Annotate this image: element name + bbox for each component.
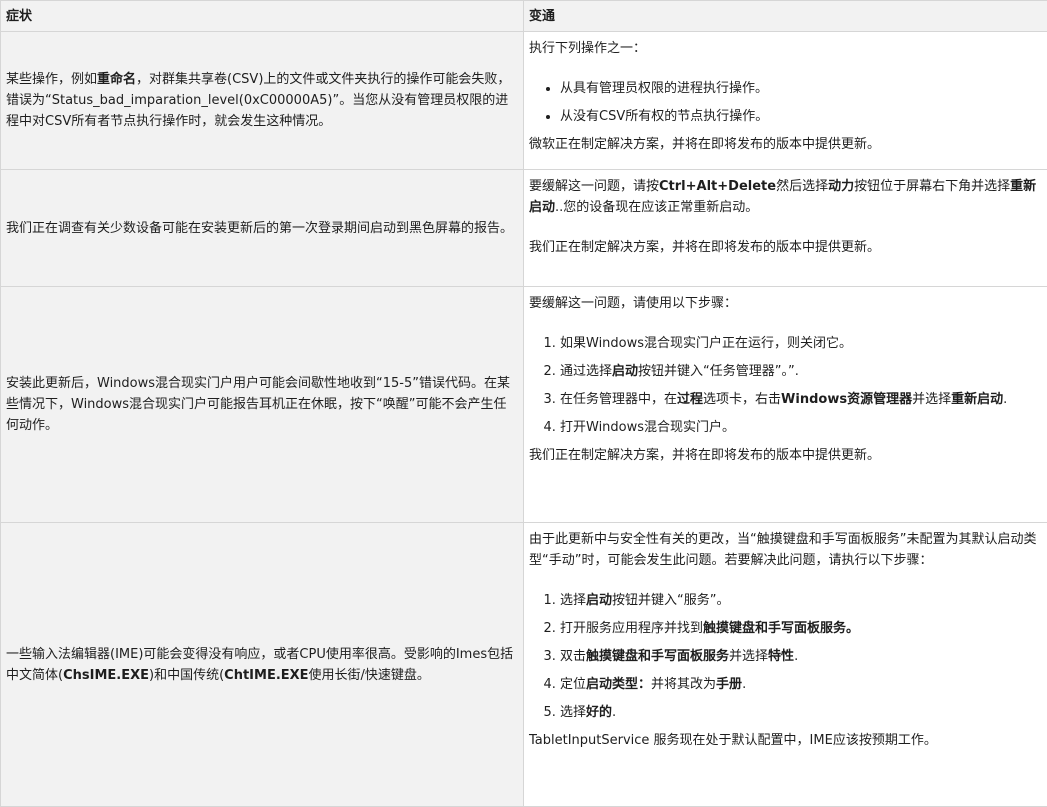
- text-bold: 特性: [768, 649, 795, 664]
- list-item: 从具有管理员权限的进程执行操作。: [560, 78, 1042, 99]
- workaround-cell: 执行下列操作之一： 从具有管理员权限的进程执行操作。 从没有CSV所有权的节点执…: [523, 31, 1047, 170]
- text: .: [1003, 392, 1008, 407]
- text: 并将其改为: [651, 677, 717, 692]
- symptom-bold: 重命名: [97, 72, 137, 87]
- text-bold: 动力: [828, 179, 855, 194]
- text: 选择: [560, 593, 587, 608]
- text: 按钮位于屏幕右下角并选择: [854, 179, 1011, 194]
- list-item: 通过选择启动按钮并键入“任务管理器”。”.: [560, 361, 1042, 382]
- text: 按钮并键入“任务管理器”。”.: [638, 364, 799, 379]
- text-bold: 过程: [677, 392, 704, 407]
- workaround-cell: 由于此更新中与安全性有关的更改，当“触摸键盘和手写面板服务”未配置为其默认启动类…: [523, 522, 1047, 807]
- list-item: 选择好的.: [560, 702, 1042, 723]
- text: 选项卡，右击: [703, 392, 782, 407]
- list-item: 选择启动按钮并键入“服务”。: [560, 590, 1042, 611]
- header-workaround: 变通: [523, 0, 1047, 32]
- text: ..您的设备现在应该正常重新启动。: [555, 200, 759, 215]
- text-bold: 启动类型：: [586, 677, 652, 692]
- text-bold: 好的: [586, 705, 613, 720]
- text-bold: 手册: [716, 677, 743, 692]
- text-bold: 启动: [612, 364, 639, 379]
- table-row: 安装此更新后，Windows混合现实门户用户可能会间歇性地收到“15-5”错误代…: [0, 286, 1047, 523]
- text-bold: Windows资源管理器: [781, 392, 913, 407]
- workaround-footer: 微软正在制定解决方案，并将在即将发布的版本中提供更新。: [529, 137, 881, 152]
- symptom-text: )和中国传统(: [149, 667, 225, 683]
- workaround-footer: TabletInputService 服务现在处于默认配置中，IME应该按预期工…: [529, 733, 937, 748]
- text: 如果Windows混合现实门户正在运行，则关闭它。: [560, 336, 853, 351]
- header-symptom: 症状: [0, 0, 524, 32]
- workaround-list: 从具有管理员权限的进程执行操作。 从没有CSV所有权的节点执行操作。: [529, 78, 1042, 127]
- symptom-text: 某些操作，例如: [6, 72, 98, 87]
- list-item: 双击触摸键盘和手写面板服务并选择特性.: [560, 646, 1042, 667]
- known-issues-table: 症状 变通 某些操作，例如重命名，对群集共享卷(CSV)上的文件或文件夹执行的操…: [0, 0, 1047, 807]
- text-bold: 触摸键盘和手写面板服务。: [703, 621, 860, 636]
- workaround-footer: 我们正在制定解决方案，并将在即将发布的版本中提供更新。: [529, 448, 881, 463]
- list-item: 定位启动类型：并将其改为手册.: [560, 674, 1042, 695]
- text: 要缓解这一问题，请按: [529, 179, 660, 194]
- workaround-cell: 要缓解这一问题，请使用以下步骤： 如果Windows混合现实门户正在运行，则关闭…: [523, 286, 1047, 523]
- workaround-steps: 选择启动按钮并键入“服务”。 打开服务应用程序并找到触摸键盘和手写面板服务。 双…: [529, 590, 1042, 723]
- symptom-cell: 一些输入法编辑器(IME)可能会变得没有响应，或者CPU使用率很高。受影响的Im…: [0, 522, 524, 807]
- text: 定位: [560, 677, 587, 692]
- workaround-footer: 我们正在制定解决方案，并将在即将发布的版本中提供更新。: [529, 240, 881, 255]
- text: 选择: [560, 705, 587, 720]
- text: 打开服务应用程序并找到: [560, 621, 704, 636]
- list-item: 如果Windows混合现实门户正在运行，则关闭它。: [560, 333, 1042, 354]
- text-bold: 触摸键盘和手写面板服务: [586, 649, 730, 664]
- text: .: [742, 677, 747, 692]
- list-item: 打开服务应用程序并找到触摸键盘和手写面板服务。: [560, 618, 1042, 639]
- table-row: 某些操作，例如重命名，对群集共享卷(CSV)上的文件或文件夹执行的操作可能会失败…: [0, 31, 1047, 170]
- header-row: 症状 变通: [0, 0, 1047, 32]
- text: 并选择: [912, 392, 952, 407]
- workaround-intro: 由于此更新中与安全性有关的更改，当“触摸键盘和手写面板服务”未配置为其默认启动类…: [529, 532, 1037, 568]
- symptom-text: 使用长街/快速键盘。: [308, 667, 430, 683]
- workaround-intro: 执行下列操作之一：: [529, 41, 647, 56]
- symptom-bold: ChsIME.EXE: [63, 667, 149, 683]
- symptom-bold: ChtIME.EXE: [224, 667, 309, 683]
- text: 并选择: [729, 649, 769, 664]
- text: 通过选择: [560, 364, 613, 379]
- list-item: 从没有CSV所有权的节点执行操作。: [560, 106, 1042, 127]
- workaround-cell: 要缓解这一问题，请按Ctrl+Alt+Delete然后选择动力按钮位于屏幕右下角…: [523, 169, 1047, 287]
- text-bold: 重新启动: [951, 392, 1004, 407]
- table-row: 我们正在调查有关少数设备可能在安装更新后的第一次登录期间启动到黑色屏幕的报告。 …: [0, 169, 1047, 287]
- text: 双击: [560, 649, 587, 664]
- text: 打开Windows混合现实门户。: [560, 420, 736, 435]
- workaround-steps: 如果Windows混合现实门户正在运行，则关闭它。 通过选择启动按钮并键入“任务…: [529, 333, 1042, 438]
- list-item: 打开Windows混合现实门户。: [560, 417, 1042, 438]
- text: .: [794, 649, 799, 664]
- text-bold: 启动: [586, 593, 613, 608]
- list-item: 在任务管理器中，在过程选项卡，右击Windows资源管理器并选择重新启动.: [560, 389, 1042, 410]
- text: 在任务管理器中，在: [560, 392, 678, 407]
- text: .: [612, 705, 617, 720]
- workaround-intro: 要缓解这一问题，请使用以下步骤：: [529, 296, 738, 311]
- symptom-cell: 安装此更新后，Windows混合现实门户用户可能会间歇性地收到“15-5”错误代…: [0, 286, 524, 523]
- symptom-cell: 某些操作，例如重命名，对群集共享卷(CSV)上的文件或文件夹执行的操作可能会失败…: [0, 31, 524, 170]
- symptom-cell: 我们正在调查有关少数设备可能在安装更新后的第一次登录期间启动到黑色屏幕的报告。: [0, 169, 524, 287]
- text-bold: Ctrl+Alt+Delete: [659, 179, 777, 194]
- text: 然后选择: [776, 179, 829, 194]
- workaround-intro: 要缓解这一问题，请按Ctrl+Alt+Delete然后选择动力按钮位于屏幕右下角…: [529, 176, 1042, 218]
- text: 按钮并键入“服务”。: [612, 593, 730, 608]
- table-row: 一些输入法编辑器(IME)可能会变得没有响应，或者CPU使用率很高。受影响的Im…: [0, 522, 1047, 807]
